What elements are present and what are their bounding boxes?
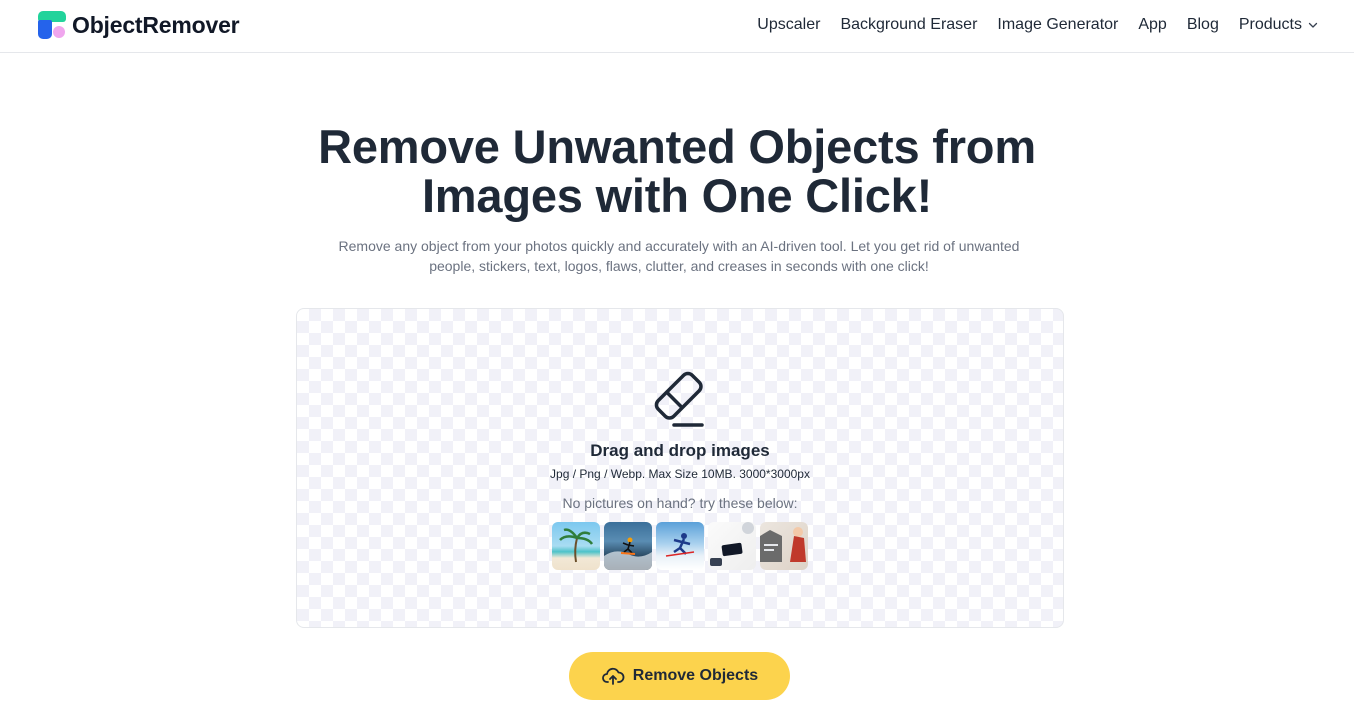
dropzone-title: Drag and drop images [590, 441, 770, 460]
main-nav: Upscaler Background Eraser Image Generat… [737, 14, 1318, 36]
sample-image-skier[interactable] [656, 522, 704, 570]
site-header: ObjectRemover Upscaler Background Eraser… [0, 0, 1354, 53]
brand-name: ObjectRemover [72, 11, 240, 38]
nav-upscaler[interactable]: Upscaler [757, 14, 820, 36]
sample-prompt: No pictures on hand? try these below: [562, 495, 798, 511]
subtitle-line-2: people, stickers, text, logos, flaws, cl… [429, 258, 929, 274]
remove-objects-button[interactable]: Remove Objects [569, 652, 790, 700]
cloud-upload-icon [601, 667, 625, 685]
upload-dropzone[interactable]: Drag and drop images Jpg / Png / Webp. M… [296, 308, 1064, 628]
surfer-icon [604, 537, 652, 570]
file-requirements: Jpg / Png / Webp. Max Size 10MB. 3000*30… [550, 467, 810, 481]
nav-background-eraser[interactable]: Background Eraser [840, 14, 977, 36]
nav-products-dropdown[interactable]: Products [1239, 14, 1318, 36]
sample-image-poster[interactable] [760, 522, 808, 570]
palm-tree-icon [559, 528, 594, 563]
title-line-1: Remove Unwanted Objects from [318, 120, 1036, 173]
sample-image-beach[interactable] [552, 522, 600, 570]
subtitle-line-1: Remove any object from your photos quick… [338, 238, 1020, 254]
page-title: Remove Unwanted Objects from Images with… [0, 122, 1354, 220]
chevron-down-icon [1308, 22, 1318, 28]
nav-blog[interactable]: Blog [1187, 14, 1219, 36]
nav-image-generator[interactable]: Image Generator [997, 14, 1118, 36]
logo-icon [38, 11, 66, 39]
nav-products-label: Products [1238, 16, 1302, 33]
sample-image-desk[interactable] [708, 522, 756, 570]
nav-app[interactable]: App [1138, 14, 1166, 36]
page-subtitle: Remove any object from your photos quick… [302, 236, 1056, 276]
brand-logo[interactable]: ObjectRemover [38, 10, 240, 40]
person-poster-icon [760, 527, 806, 562]
eraser-icon [654, 371, 704, 427]
remove-objects-label: Remove Objects [632, 667, 759, 684]
sample-image-surfer[interactable] [604, 522, 652, 570]
phone-desk-icon [710, 522, 754, 566]
skier-icon [665, 533, 695, 557]
title-line-2: Images with One Click! [421, 169, 933, 222]
sample-images [552, 522, 808, 570]
